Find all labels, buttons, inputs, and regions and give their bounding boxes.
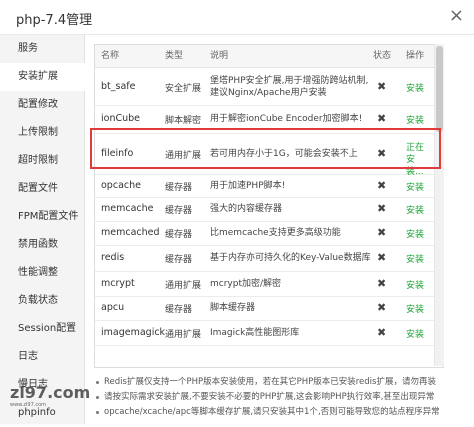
sidebar-item-10[interactable]: Session配置 bbox=[0, 315, 84, 343]
sidebar-item-0[interactable]: 服务 bbox=[0, 35, 84, 63]
note-text: 请按实际需求安装扩展,不要安装不必要的PHP扩展,这会影响PHP执行效率,甚至出… bbox=[104, 392, 435, 402]
sidebar-item-1[interactable]: 安装扩展 bbox=[0, 63, 85, 91]
sidebar-item-8[interactable]: 性能调整 bbox=[0, 259, 84, 287]
install-button[interactable]: 安装 bbox=[406, 278, 424, 291]
status-x-icon: ✖ bbox=[377, 202, 387, 215]
header-op: 操作 bbox=[406, 51, 425, 61]
php-manager-window: php-7.4管理 × 服务 安装扩展 配置修改 上传限制 超时限制 配置文件 FPM配置文… bbox=[0, 0, 474, 424]
row-desc: 基于内存亦可持久化的Key-Value数据库 bbox=[210, 253, 371, 263]
sidebar-item-6[interactable]: FPM配置文件 bbox=[0, 203, 84, 231]
window-title: php-7.4管理 bbox=[16, 13, 93, 28]
install-button[interactable]: 安装 bbox=[406, 113, 424, 126]
header-status: 状态 bbox=[373, 51, 392, 61]
row-name: memcache bbox=[101, 203, 154, 214]
watermark-subtext: www.zl97.com bbox=[10, 402, 47, 408]
sidebar-item-2[interactable]: 配置修改 bbox=[0, 91, 84, 119]
extension-panel: 名称 类型 说明 状态 操作 bt_safe 安全扩展 堡塔PHP安全扩展,用于增强… bbox=[85, 35, 474, 424]
sidebar-item-11[interactable]: 日志 bbox=[0, 343, 84, 371]
status-x-icon: ✖ bbox=[377, 301, 387, 314]
note-text: Redis扩展仅支持一个PHP版本安装使用，若在其它PHP版本已安装redis扩… bbox=[104, 377, 436, 387]
highlight-box bbox=[90, 128, 441, 169]
note-item: opcache/xcache/apc等脚本缓存扩展,请只安装其中1个,否则可能导… bbox=[94, 405, 469, 420]
title-bar: php-7.4管理 × bbox=[0, 0, 474, 35]
install-button[interactable]: 安装 bbox=[406, 180, 424, 193]
sidebar-item-4[interactable]: 超时限制 bbox=[0, 147, 84, 175]
row-name: opcache bbox=[101, 179, 141, 191]
header-desc: 说明 bbox=[210, 51, 229, 61]
install-button[interactable]: 安装 bbox=[406, 327, 424, 340]
sidebar-item-5[interactable]: 配置文件 bbox=[0, 175, 84, 203]
watermark-logo: zl97.com www.zl97.com bbox=[4, 383, 90, 408]
header-type: 类型 bbox=[165, 51, 184, 61]
status-x-icon: ✖ bbox=[377, 112, 387, 125]
table-row: apcu 缓存器 脚本缓存器 ✖ 安装 bbox=[95, 296, 443, 321]
notes-list: Redis扩展仅支持一个PHP版本安装使用，若在其它PHP版本已安装redis扩… bbox=[94, 375, 469, 420]
note-item: 请按实际需求安装扩展,不要安装不必要的PHP扩展,这会影响PHP执行效率,甚至出… bbox=[94, 390, 469, 405]
row-desc: 脚本缓存器 bbox=[210, 303, 256, 313]
row-name: bt_safe bbox=[101, 80, 136, 92]
table-row: redis 缓存器 基于内存亦可持久化的Key-Value数据库 ✖ 安装 bbox=[95, 245, 443, 272]
status-x-icon: ✖ bbox=[377, 226, 387, 239]
row-type: 缓存器 bbox=[165, 305, 193, 315]
table-row: bt_safe 安全扩展 堡塔PHP安全扩展,用于增强防跨站机制,建议Nginx/A… bbox=[95, 68, 443, 106]
row-name: apcu bbox=[101, 302, 125, 313]
row-type: 脚本解密 bbox=[165, 116, 202, 126]
note-item: Redis扩展仅支持一个PHP版本安装使用，若在其它PHP版本已安装redis扩… bbox=[94, 375, 469, 390]
row-desc: mcrypt加密/解密 bbox=[210, 278, 282, 289]
status-x-icon: ✖ bbox=[377, 178, 387, 192]
row-type: 缓存器 bbox=[165, 230, 193, 240]
row-type: 缓存器 bbox=[165, 255, 193, 265]
scrollbar-thumb[interactable] bbox=[436, 46, 443, 132]
status-x-icon: ✖ bbox=[377, 79, 387, 93]
bullet-icon bbox=[96, 411, 99, 414]
row-type: 缓存器 bbox=[165, 182, 193, 193]
bullet-icon bbox=[96, 381, 99, 384]
sidebar-item-9[interactable]: 负载状态 bbox=[0, 287, 84, 315]
row-name: redis bbox=[101, 252, 125, 263]
row-desc: 堡塔PHP安全扩展,用于增强防跨站机制,建议Nginx/Apache用户安装 bbox=[210, 75, 369, 98]
table-header: 名称 类型 说明 状态 操作 bbox=[95, 45, 443, 68]
status-x-icon: ✖ bbox=[377, 325, 387, 339]
table-scrollbar[interactable] bbox=[434, 44, 444, 366]
table-row: imagemagick 通用扩展 Imagick高性能图形库 ✖ 安装 bbox=[95, 320, 443, 346]
install-button[interactable]: 安装 bbox=[406, 81, 424, 94]
row-name: imagemagick bbox=[101, 326, 166, 338]
row-desc: 比memcache支持更多高级功能 bbox=[210, 228, 341, 238]
row-name: memcached bbox=[101, 227, 160, 238]
install-button[interactable]: 安装 bbox=[406, 252, 424, 265]
extension-table: 名称 类型 说明 状态 操作 bt_safe 安全扩展 堡塔PHP安全扩展,用于增强… bbox=[94, 44, 444, 368]
install-button[interactable]: 安装 bbox=[406, 227, 424, 240]
install-button[interactable]: 安装 bbox=[406, 203, 424, 216]
status-x-icon: ✖ bbox=[377, 251, 387, 264]
table-row: mcrypt 通用扩展 mcrypt加密/解密 ✖ 安装 bbox=[95, 271, 443, 297]
install-button[interactable]: 安装 bbox=[406, 302, 424, 315]
row-type: 通用扩展 bbox=[165, 280, 202, 291]
row-desc: Imagick高性能图形库 bbox=[210, 327, 300, 338]
row-type: 安全扩展 bbox=[165, 83, 202, 94]
note-text: opcache/xcache/apc等脚本缓存扩展,请只安装其中1个,否则可能导… bbox=[104, 407, 440, 417]
table-row: opcache 缓存器 用于加速PHP脚本! ✖ 安装 bbox=[95, 174, 443, 198]
table-row: memcache 缓存器 强大的内容缓存器 ✖ 安装 bbox=[95, 197, 443, 222]
table-row: memcached 缓存器 比memcache支持更多高级功能 ✖ 安装 bbox=[95, 221, 443, 246]
sidebar-item-7[interactable]: 禁用函数 bbox=[0, 231, 84, 259]
row-desc: 用于解密ionCube Encoder加密脚本! bbox=[210, 114, 363, 124]
header-name: 名称 bbox=[101, 51, 120, 61]
bullet-icon bbox=[96, 396, 99, 399]
row-type: 缓存器 bbox=[165, 206, 193, 216]
row-desc: 强大的内容缓存器 bbox=[210, 204, 283, 214]
row-type: 通用扩展 bbox=[165, 329, 202, 340]
close-icon[interactable]: × bbox=[449, 6, 464, 26]
sidebar: 服务 安装扩展 配置修改 上传限制 超时限制 配置文件 FPM配置文件 禁用函数 性能调整 负载状… bbox=[0, 35, 85, 424]
watermark-text: zl97.com bbox=[10, 383, 91, 402]
row-name: mcrypt bbox=[101, 277, 135, 289]
sidebar-item-3[interactable]: 上传限制 bbox=[0, 119, 84, 147]
row-name: ionCube bbox=[101, 113, 141, 124]
row-desc: 用于加速PHP脚本! bbox=[210, 180, 286, 191]
status-x-icon: ✖ bbox=[377, 276, 387, 290]
